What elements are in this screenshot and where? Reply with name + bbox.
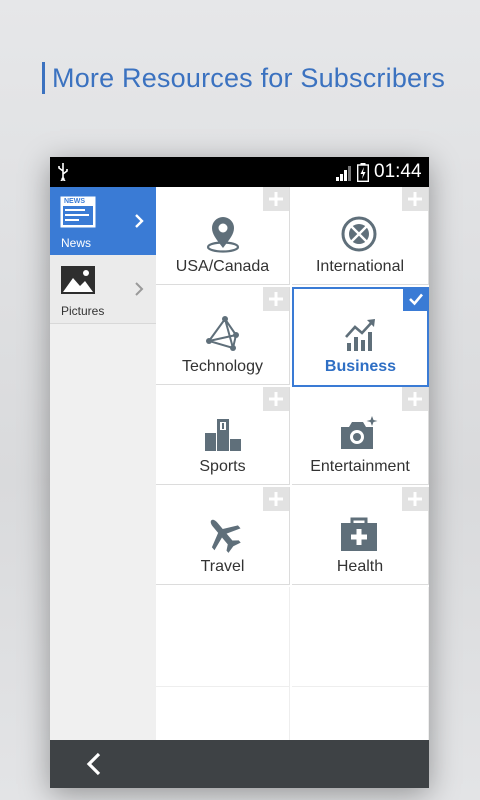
battery-icon <box>357 163 369 182</box>
plus-icon <box>408 192 422 206</box>
airplane-icon <box>210 519 241 553</box>
plus-icon <box>269 292 283 306</box>
checkmark-icon <box>409 293 423 306</box>
back-arrow-icon[interactable] <box>84 751 104 777</box>
add-category-button[interactable] <box>263 287 289 311</box>
network-icon <box>206 316 239 351</box>
bottom-nav-bar <box>50 740 429 788</box>
category-tile-international[interactable]: International <box>292 187 429 285</box>
signal-icon <box>336 166 351 181</box>
sidebar-item-label: News <box>61 236 92 250</box>
chevron-right-icon <box>135 214 144 228</box>
sidebar-item-pictures[interactable]: Pictures <box>50 255 156 324</box>
category-tile-health[interactable]: Health <box>292 487 429 585</box>
empty-grid-cell <box>292 587 429 687</box>
add-category-button[interactable] <box>263 187 289 211</box>
category-tile-entertainment[interactable]: Entertainment <box>292 387 429 485</box>
plus-icon <box>269 392 283 406</box>
category-label: International <box>315 258 405 275</box>
plus-icon <box>269 492 283 506</box>
chevron-right-icon <box>135 282 144 296</box>
add-category-button[interactable] <box>263 487 289 511</box>
camera-icon <box>341 416 378 449</box>
first-aid-kit-icon <box>341 517 377 551</box>
add-category-button[interactable] <box>263 387 289 411</box>
sidebar-item-news[interactable]: NEWS News <box>50 187 156 255</box>
add-category-button[interactable] <box>402 387 428 411</box>
phone-screen: 01:44 NEWS News Pictures USA/Canada Inte… <box>50 157 429 788</box>
sidebar-item-label: Pictures <box>61 304 105 318</box>
category-label: Health <box>336 558 384 575</box>
usb-icon <box>58 163 68 181</box>
status-clock: 01:44 <box>374 161 422 182</box>
category-label: USA/Canada <box>175 258 270 275</box>
category-tile-travel[interactable]: Travel <box>156 487 290 585</box>
category-label: Sports <box>199 458 246 475</box>
podium-icon <box>205 419 241 451</box>
chart-icon <box>345 319 375 351</box>
plus-icon <box>408 492 422 506</box>
news-icon-text: NEWS <box>64 198 85 205</box>
sidebar: NEWS News Pictures <box>50 187 157 740</box>
empty-grid-cell <box>156 687 290 740</box>
page-headline: More Resources for Subscribers <box>42 62 445 94</box>
category-label: Business <box>324 358 397 375</box>
category-label: Travel <box>200 558 245 575</box>
category-tile-sports[interactable]: Sports <box>156 387 290 485</box>
plus-icon <box>408 392 422 406</box>
category-tile-business[interactable]: Business <box>292 287 429 387</box>
category-grid: USA/Canada International Technology Busi… <box>156 187 429 740</box>
picture-icon <box>61 266 95 294</box>
globe-icon <box>341 216 377 252</box>
selected-check-button[interactable] <box>403 287 429 311</box>
category-label: Technology <box>182 358 263 375</box>
plus-icon <box>269 192 283 206</box>
category-tile-technology[interactable]: Technology <box>156 287 290 385</box>
empty-grid-cell <box>156 587 290 687</box>
category-label: Entertainment <box>310 458 410 475</box>
location-pin-icon <box>206 217 240 253</box>
add-category-button[interactable] <box>402 487 428 511</box>
status-bar: 01:44 <box>50 157 429 187</box>
add-category-button[interactable] <box>402 187 428 211</box>
empty-grid-cell <box>292 687 429 740</box>
category-tile-usa-canada[interactable]: USA/Canada <box>156 187 290 285</box>
